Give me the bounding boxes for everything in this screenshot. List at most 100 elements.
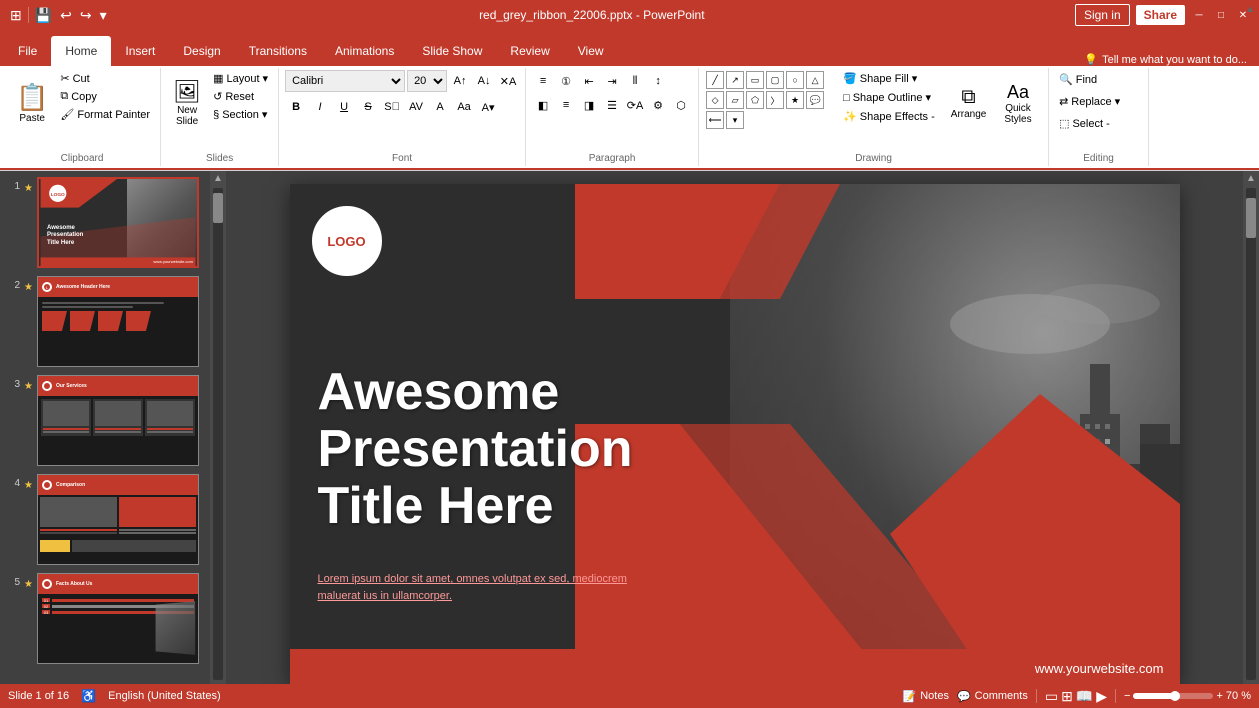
font-family-select[interactable]: Calibri [285, 70, 405, 92]
align-left-button[interactable]: ◧ [532, 94, 554, 116]
new-slide-button[interactable]: 🖼 New Slide [167, 70, 207, 136]
shape-ellipse[interactable]: ○ [786, 71, 804, 89]
align-center-button[interactable]: ≡ [555, 94, 577, 116]
select-button[interactable]: ⬚ Select - [1055, 114, 1124, 133]
tell-me-box[interactable]: 💡 Tell me what you want to do... [1076, 53, 1255, 66]
shadow-button[interactable]: S⃣ [381, 96, 403, 118]
slide-title[interactable]: Awesome Presentation Title Here [318, 364, 633, 536]
slide-canvas[interactable]: LOGO Awesome Presentation Title Here Lor… [290, 184, 1180, 684]
format-painter-button[interactable]: 🖌 Format Painter [56, 106, 154, 123]
shape-arrow[interactable]: ↗ [726, 71, 744, 89]
columns-button[interactable]: ⫴ [624, 70, 646, 92]
shape-rounded-rect[interactable]: ▢ [766, 71, 784, 89]
arrange-button[interactable]: ⧉ Arrange [943, 70, 995, 136]
slide-thumb-1[interactable]: 1 ★ LOGO [4, 175, 206, 270]
layout-button[interactable]: ▦ Layout ▾ [209, 70, 272, 87]
shape-diamond[interactable]: ◇ [706, 91, 724, 109]
reading-view-button[interactable]: 📖 [1076, 688, 1093, 705]
replace-dropdown[interactable]: ▾ [1115, 95, 1121, 108]
tab-animations[interactable]: Animations [321, 36, 408, 66]
save-button[interactable]: 💾 [33, 5, 54, 26]
numbering-button[interactable]: ① [555, 70, 577, 92]
align-right-button[interactable]: ◨ [578, 94, 600, 116]
shape-line[interactable]: ╱ [706, 71, 724, 89]
reset-button[interactable]: ↺ Reset [209, 88, 272, 105]
cut-button[interactable]: ✂ Cut [56, 70, 154, 87]
char-spacing-button[interactable]: AV [405, 96, 427, 118]
shape-outline-button[interactable]: □ Shape Outline ▾ [839, 89, 939, 106]
smart-art-button[interactable]: ⚙ [647, 94, 669, 116]
tab-home[interactable]: Home [51, 36, 111, 66]
slide-subtitle[interactable]: Lorem ipsum dolor sit amet, omnes volutp… [318, 571, 627, 604]
slide-thumb-2[interactable]: 2 ★ L Awesome Header Here [4, 274, 206, 369]
shape-fill-dropdown[interactable]: ▾ [912, 72, 918, 85]
change-case-button[interactable]: Aa [453, 96, 475, 118]
paste-button[interactable]: 📋 Paste [10, 70, 54, 136]
scroll-track[interactable] [213, 188, 223, 680]
zoom-slider[interactable] [1133, 693, 1213, 699]
justify-button[interactable]: ☰ [601, 94, 623, 116]
increase-indent-button[interactable]: ⇥ [601, 70, 623, 92]
zoom-out-button[interactable]: − [1124, 690, 1130, 702]
notes-button[interactable]: 📝 Notes [903, 690, 949, 703]
underline-button[interactable]: U [333, 96, 355, 118]
find-button[interactable]: 🔍 Find [1055, 70, 1124, 89]
font-color-button[interactable]: A [429, 96, 451, 118]
scroll-up-arrow[interactable]: ▲ [211, 171, 225, 186]
layout-dropdown[interactable]: ▾ [263, 72, 269, 85]
shape-parallelogram[interactable]: ▱ [726, 91, 744, 109]
tab-file[interactable]: File [4, 36, 51, 66]
canvas-scrollbar[interactable]: ▲ ▼ [1243, 171, 1259, 697]
slide-thumb-3[interactable]: 3 ★ Our Services [4, 373, 206, 468]
customize-button[interactable]: ▾ [98, 5, 109, 26]
canvas-scroll-up[interactable]: ▲ [1244, 171, 1258, 186]
bold-button[interactable]: B [285, 96, 307, 118]
sign-in-button[interactable]: Sign in [1075, 4, 1130, 26]
tab-insert[interactable]: Insert [111, 36, 169, 66]
text-direction-button[interactable]: ⟳A [624, 94, 646, 116]
tab-design[interactable]: Design [169, 36, 234, 66]
undo-button[interactable]: ↩ [58, 5, 74, 26]
highlight-button[interactable]: A▾ [477, 96, 499, 118]
section-dropdown[interactable]: ▾ [262, 108, 268, 121]
strikethrough-button[interactable]: S [357, 96, 379, 118]
shape-callout[interactable]: 💬 [806, 91, 824, 109]
section-button[interactable]: § Section ▾ [209, 106, 272, 123]
font-size-select[interactable]: 20 [407, 70, 447, 92]
replace-button[interactable]: ⇄ Replace ▾ [1055, 92, 1124, 111]
shape-star[interactable]: ★ [786, 91, 804, 109]
quick-styles-button[interactable]: Aa Quick Styles [998, 70, 1037, 136]
shape-rect[interactable]: ▭ [746, 71, 764, 89]
shape-outline-dropdown[interactable]: ▾ [925, 91, 931, 104]
bullets-button[interactable]: ≡ [532, 70, 554, 92]
decrease-indent-button[interactable]: ⇤ [578, 70, 600, 92]
slide-panel[interactable]: 1 ★ LOGO [0, 171, 210, 697]
tab-transitions[interactable]: Transitions [235, 36, 321, 66]
tab-view[interactable]: View [564, 36, 618, 66]
slide-panel-scrollbar[interactable]: ▲ ▼ [210, 171, 226, 697]
slide-thumb-5[interactable]: 5 ★ Facts About Us 01 02 [4, 571, 206, 666]
shape-chevron[interactable]: 〉 [766, 91, 784, 109]
convert-button[interactable]: ⬡ [670, 94, 692, 116]
ribbon-expand-button[interactable]: ▲ [1245, 4, 1255, 15]
line-spacing-button[interactable]: ↕ [647, 70, 669, 92]
increase-font-button[interactable]: A↑ [449, 70, 471, 92]
clear-format-button[interactable]: ✕A [497, 70, 519, 92]
shape-more[interactable]: ▾ [726, 111, 744, 129]
zoom-handle[interactable] [1170, 691, 1180, 701]
scroll-thumb[interactable] [213, 193, 223, 223]
slide-thumb-4[interactable]: 4 ★ Comparison [4, 472, 206, 567]
italic-button[interactable]: I [309, 96, 331, 118]
slideshow-button[interactable]: ▶ [1096, 688, 1107, 705]
decrease-font-button[interactable]: A↓ [473, 70, 495, 92]
comments-button[interactable]: 💬 Comments [957, 690, 1028, 703]
shape-fill-button[interactable]: 🪣 Shape Fill ▾ [839, 70, 939, 87]
minimize-button[interactable]: ─ [1191, 7, 1207, 23]
restore-button[interactable]: □ [1213, 7, 1229, 23]
canvas-scroll-track[interactable] [1246, 188, 1256, 680]
normal-view-button[interactable]: ▭ [1045, 688, 1058, 705]
share-button[interactable]: Share [1136, 5, 1185, 25]
shape-triangle[interactable]: △ [806, 71, 824, 89]
tab-slideshow[interactable]: Slide Show [408, 36, 496, 66]
tab-review[interactable]: Review [496, 36, 563, 66]
